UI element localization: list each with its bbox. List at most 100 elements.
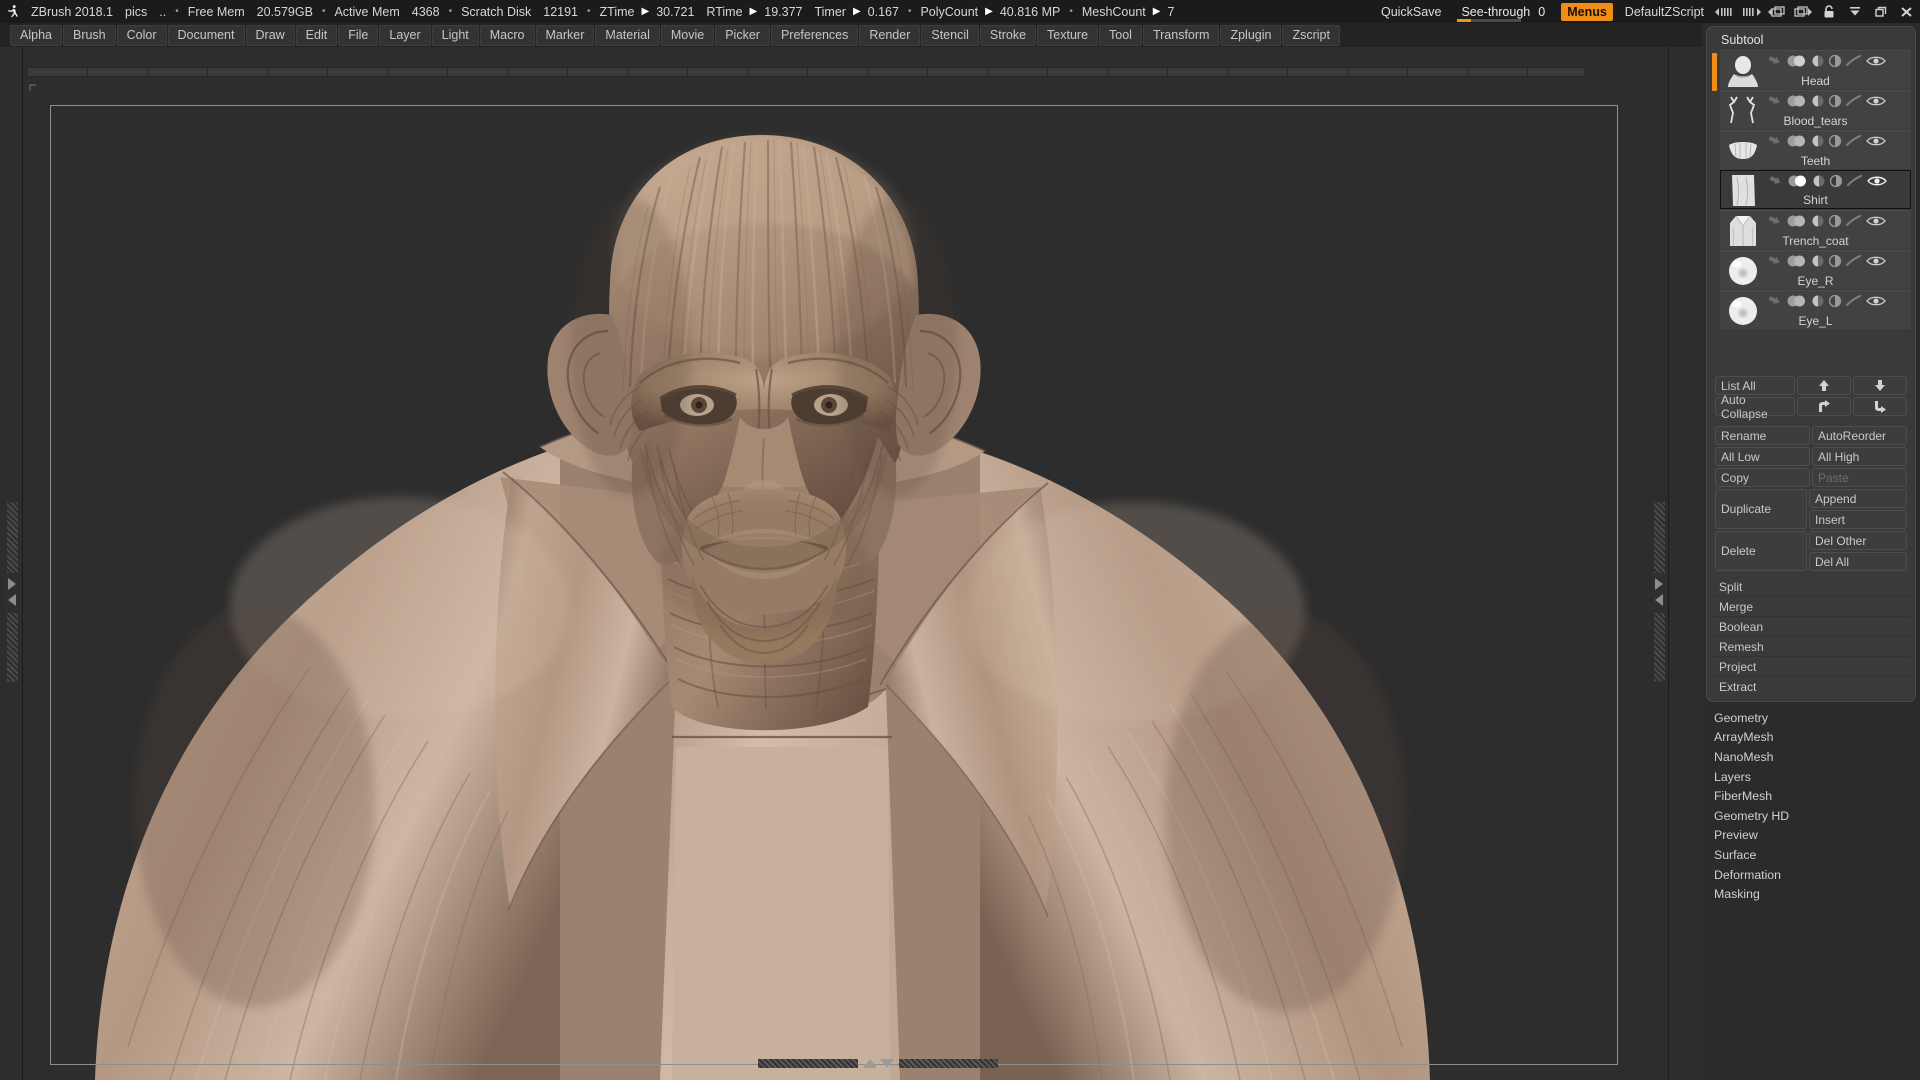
scroll-left-icon[interactable] <box>1712 0 1738 23</box>
menu-edit[interactable]: Edit <box>295 24 338 46</box>
rtime-arrow-icon[interactable]: ▶ <box>749 6 759 17</box>
subtool-row-head[interactable]: Head <box>1720 50 1911 89</box>
canvas-bottom-scroll[interactable] <box>758 1057 998 1069</box>
paste-button[interactable]: Paste <box>1812 468 1907 487</box>
move-in-button[interactable] <box>1853 397 1907 416</box>
default-zscript-label[interactable]: DefaultZScript <box>1617 5 1712 19</box>
remesh-row[interactable]: Remesh <box>1711 637 1911 657</box>
subtool-row-icons[interactable] <box>1768 215 1886 227</box>
subtool-row-icons[interactable] <box>1768 135 1886 147</box>
bottom-scroll-track-right[interactable] <box>898 1058 998 1068</box>
scroll-right-icon[interactable] <box>1738 0 1764 23</box>
subtool-row-icons[interactable] <box>1768 255 1886 267</box>
subtool-row-icons[interactable] <box>1768 55 1886 67</box>
section-geometry-hd[interactable]: Geometry HD <box>1702 806 1920 826</box>
model-render[interactable] <box>0 47 1702 1080</box>
ztime-arrow-icon[interactable]: ▶ <box>640 6 650 17</box>
subtool-row-trench-coat[interactable]: Trench_coat <box>1720 210 1911 249</box>
append-button[interactable]: Append <box>1809 489 1907 508</box>
see-through-slider[interactable]: See-through 0 <box>1453 0 1555 23</box>
menu-color[interactable]: Color <box>116 24 167 46</box>
path-ellipsis[interactable]: .. <box>153 5 172 19</box>
canvas-left-scroll-rail[interactable] <box>5 502 19 682</box>
menu-macro[interactable]: Macro <box>479 24 535 46</box>
section-geometry[interactable]: Geometry <box>1702 708 1920 728</box>
menu-marker[interactable]: Marker <box>535 24 595 46</box>
split-row[interactable]: Split <box>1711 577 1911 597</box>
all-high-button[interactable]: All High <box>1812 447 1907 466</box>
popup-left-icon[interactable] <box>1764 0 1790 23</box>
rename-button[interactable]: Rename <box>1715 426 1810 445</box>
extract-row[interactable]: Extract <box>1711 677 1911 697</box>
del-all-button[interactable]: Del All <box>1809 552 1907 571</box>
menu-material[interactable]: Material <box>595 24 660 46</box>
subtool-row-shirt[interactable]: Shirt <box>1720 170 1911 209</box>
close-icon[interactable] <box>1894 0 1920 23</box>
subtool-row-teeth[interactable]: Teeth <box>1720 130 1911 169</box>
copy-button[interactable]: Copy <box>1715 468 1810 487</box>
subtool-list[interactable]: Head Blood_tears Teeth Shirt Trench_coat… <box>1711 50 1911 370</box>
move-down-button[interactable] <box>1853 376 1907 395</box>
menu-render[interactable]: Render <box>859 24 921 46</box>
quicksave-button[interactable]: QuickSave <box>1369 5 1453 19</box>
project-row[interactable]: Project <box>1711 657 1911 677</box>
menu-document[interactable]: Document <box>167 24 245 46</box>
auto-reorder-button[interactable]: AutoReorder <box>1812 426 1907 445</box>
menu-draw[interactable]: Draw <box>245 24 295 46</box>
subtool-row-icons[interactable] <box>1768 295 1886 307</box>
boolean-row[interactable]: Boolean <box>1711 617 1911 637</box>
section-preview[interactable]: Preview <box>1702 826 1920 846</box>
menu-picker[interactable]: Picker <box>715 24 770 46</box>
menu-transform[interactable]: Transform <box>1142 24 1220 46</box>
auto-collapse-button[interactable]: Auto Collapse <box>1715 393 1796 421</box>
left-rail-handle[interactable] <box>5 573 19 613</box>
duplicate-button[interactable]: Duplicate <box>1715 489 1807 529</box>
menu-stroke[interactable]: Stroke <box>979 24 1037 46</box>
menu-brush[interactable]: Brush <box>62 24 116 46</box>
menu-layer[interactable]: Layer <box>379 24 431 46</box>
menu-tool[interactable]: Tool <box>1099 24 1142 46</box>
menu-texture[interactable]: Texture <box>1037 24 1099 46</box>
canvas-right-scroll-rail[interactable] <box>1652 502 1666 682</box>
right-rail-handle[interactable] <box>1652 573 1666 613</box>
restore-icon[interactable] <box>1868 0 1894 23</box>
meshcount-arrow-icon[interactable]: ▶ <box>1152 6 1162 17</box>
section-surface[interactable]: Surface <box>1702 845 1920 865</box>
menu-file[interactable]: File <box>338 24 379 46</box>
menu-alpha[interactable]: Alpha <box>10 24 62 46</box>
polycount-arrow-icon[interactable]: ▶ <box>984 6 994 17</box>
lock-icon[interactable] <box>1816 0 1842 23</box>
menu-movie[interactable]: Movie <box>660 24 715 46</box>
menu-zscript[interactable]: Zscript <box>1282 24 1340 46</box>
section-nanomesh[interactable]: NanoMesh <box>1702 747 1920 767</box>
section-masking[interactable]: Masking <box>1702 884 1920 904</box>
bottom-scroll-handles[interactable] <box>858 1058 899 1069</box>
merge-row[interactable]: Merge <box>1711 597 1911 617</box>
move-up-button[interactable] <box>1797 376 1852 395</box>
project-name[interactable]: pics <box>119 5 153 19</box>
all-low-button[interactable]: All Low <box>1715 447 1810 466</box>
section-arraymesh[interactable]: ArrayMesh <box>1702 728 1920 748</box>
canvas-viewport[interactable] <box>0 47 1702 1080</box>
subtool-row-eye-r[interactable]: Eye_R <box>1720 250 1911 289</box>
move-out-button[interactable] <box>1797 397 1852 416</box>
section-layers[interactable]: Layers <box>1702 767 1920 787</box>
menus-button[interactable]: Menus <box>1561 2 1613 21</box>
section-fibermesh[interactable]: FiberMesh <box>1702 786 1920 806</box>
popup-right-icon[interactable] <box>1790 0 1816 23</box>
subtool-row-icons[interactable] <box>1769 175 1887 187</box>
menu-light[interactable]: Light <box>431 24 479 46</box>
timer-arrow-icon[interactable]: ▶ <box>852 6 862 17</box>
insert-button[interactable]: Insert <box>1809 510 1907 529</box>
menu-stencil[interactable]: Stencil <box>921 24 979 46</box>
section-deformation[interactable]: Deformation <box>1702 865 1920 885</box>
menu-zplugin[interactable]: Zplugin <box>1220 24 1282 46</box>
subtool-row-blood-tears[interactable]: Blood_tears <box>1720 90 1911 129</box>
del-other-button[interactable]: Del Other <box>1809 531 1907 550</box>
bottom-scroll-track-left[interactable] <box>758 1058 858 1068</box>
minimize-icon[interactable] <box>1842 0 1868 23</box>
subtool-row-icons[interactable] <box>1768 95 1886 107</box>
subtool-row-eye-l[interactable]: Eye_L <box>1720 290 1911 329</box>
delete-button[interactable]: Delete <box>1715 531 1807 571</box>
menu-preferences[interactable]: Preferences <box>770 24 859 46</box>
